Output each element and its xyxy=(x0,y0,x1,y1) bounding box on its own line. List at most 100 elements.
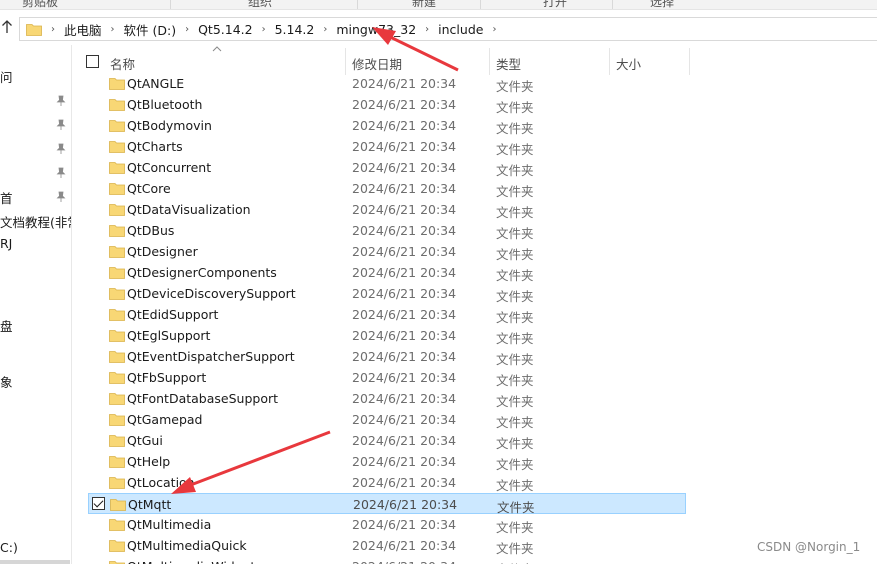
file-modified-date: 2024/6/21 20:34 xyxy=(352,202,457,217)
file-modified-date: 2024/6/21 20:34 xyxy=(352,517,457,532)
file-row[interactable]: QtDesigner 2024/6/21 20:34 文件夹 xyxy=(88,241,686,262)
breadcrumb-qt5142[interactable]: Qt5.14.2 xyxy=(198,22,253,37)
file-row[interactable]: QtEdidSupport 2024/6/21 20:34 文件夹 xyxy=(88,304,686,325)
nav-item[interactable]: 文档教程(非常 xyxy=(0,212,71,231)
file-row[interactable]: QtMultimediaQuick 2024/6/21 20:34 文件夹 xyxy=(88,535,686,556)
file-type: 文件夹 xyxy=(496,436,534,451)
chevron-right-icon[interactable]: › xyxy=(185,24,189,35)
file-row[interactable]: QtLocation 2024/6/21 20:34 文件夹 xyxy=(88,472,686,493)
ribbon-group-select[interactable]: 选择 xyxy=(650,0,674,9)
breadcrumb-include[interactable]: include xyxy=(438,22,483,37)
chevron-right-icon[interactable]: › xyxy=(51,24,55,35)
file-row[interactable]: QtBodymovin 2024/6/21 20:34 文件夹 xyxy=(88,115,686,136)
column-header-type[interactable]: 类型 xyxy=(496,54,521,73)
file-row[interactable]: QtEventDispatcherSupport 2024/6/21 20:34 文… xyxy=(88,346,686,367)
ribbon-group-organize[interactable]: 组织 xyxy=(248,0,272,9)
file-modified-date: 2024/6/21 20:34 xyxy=(352,559,456,564)
row-checkbox-checked[interactable] xyxy=(92,497,105,510)
file-row[interactable]: QtMqtt 2024/6/21 20:34 文件夹 xyxy=(88,493,686,515)
breadcrumb-mingw73-32[interactable]: mingw73_32 xyxy=(336,22,416,37)
chevron-right-icon[interactable]: › xyxy=(492,24,496,35)
nav-item[interactable]: RJ xyxy=(0,236,12,251)
column-divider[interactable] xyxy=(489,48,490,75)
file-name: QtCore xyxy=(127,181,171,196)
nav-item[interactable]: 盘 xyxy=(0,316,13,335)
column-divider[interactable] xyxy=(345,48,346,75)
file-modified-date: 2024/6/21 20:34 xyxy=(352,538,457,553)
folder-icon xyxy=(109,414,125,426)
file-row[interactable]: QtEglSupport 2024/6/21 20:34 文件夹 xyxy=(88,325,686,346)
folder-icon xyxy=(109,99,125,111)
file-modified-date: 2024/6/21 20:34 xyxy=(352,118,457,133)
column-header-date[interactable]: 修改日期 xyxy=(352,54,402,73)
file-row[interactable]: QtFontDatabaseSupport 2024/6/21 20:34 文件夹 xyxy=(88,388,686,409)
file-row[interactable]: QtHelp 2024/6/21 20:34 文件夹 xyxy=(88,451,686,472)
file-type: 文件夹 xyxy=(496,121,534,136)
file-modified-date: 2024/6/21 20:34 xyxy=(352,97,457,112)
chevron-right-icon[interactable]: › xyxy=(111,24,115,35)
nav-item[interactable]: 问 xyxy=(0,67,13,86)
nav-scrollbar[interactable] xyxy=(0,560,70,564)
folder-icon xyxy=(109,540,125,552)
file-row[interactable]: QtDataVisualization 2024/6/21 20:34 文件夹 xyxy=(88,199,686,220)
up-arrow-icon-glyph xyxy=(2,20,12,33)
file-modified-date: 2024/6/21 20:34 xyxy=(352,433,457,448)
folder-icon xyxy=(26,23,42,36)
file-row[interactable]: QtFbSupport 2024/6/21 20:34 文件夹 xyxy=(88,367,686,388)
breadcrumb-5142[interactable]: 5.14.2 xyxy=(275,22,315,37)
select-all-checkbox[interactable] xyxy=(86,55,99,68)
file-type: 文件夹 xyxy=(496,247,534,262)
file-row[interactable]: QtGamepad 2024/6/21 20:34 文件夹 xyxy=(88,409,686,430)
file-row[interactable]: QtANGLE 2024/6/21 20:34 文件夹 xyxy=(88,73,686,94)
file-row[interactable]: QtGui 2024/6/21 20:34 文件夹 xyxy=(88,430,686,451)
file-name: QtGamepad xyxy=(127,412,203,427)
file-row[interactable]: QtDBus 2024/6/21 20:34 文件夹 xyxy=(88,220,686,241)
chevron-right-icon[interactable]: › xyxy=(262,24,266,35)
breadcrumb-this-pc[interactable]: 此电脑 xyxy=(64,20,102,39)
ribbon-divider xyxy=(170,0,171,9)
nav-item[interactable]: 首 xyxy=(0,188,13,207)
file-modified-date: 2024/6/21 20:34 xyxy=(352,370,457,385)
pin-icon xyxy=(56,191,66,202)
file-row[interactable]: QtCore 2024/6/21 20:34 文件夹 xyxy=(88,178,686,199)
file-row[interactable]: QtDeviceDiscoverySupport 2024/6/21 20:34 文… xyxy=(88,283,686,304)
ribbon-group-clipboard[interactable]: 剪贴板 xyxy=(22,0,58,9)
ribbon-group-open[interactable]: 打开 xyxy=(543,0,567,9)
file-name: QtGui xyxy=(127,433,163,448)
folder-icon xyxy=(109,246,125,258)
file-modified-date: 2024/6/21 20:34 xyxy=(352,412,457,427)
nav-item[interactable]: C:) xyxy=(0,540,18,555)
file-name: QtMultimedia xyxy=(127,517,212,532)
file-name: QtDeviceDiscoverySupport xyxy=(127,286,296,301)
file-modified-date: 2024/6/21 20:34 xyxy=(352,160,457,175)
pane-divider[interactable] xyxy=(71,45,72,564)
column-header-size[interactable]: 大小 xyxy=(616,54,641,73)
file-modified-date: 2024/6/21 20:34 xyxy=(352,391,457,406)
chevron-right-icon[interactable]: › xyxy=(425,24,429,35)
navigation-pane: 问 首 文档教程(非常 RJ 盘 象 C:) xyxy=(0,45,71,564)
up-arrow-icon[interactable] xyxy=(0,20,14,38)
column-divider[interactable] xyxy=(609,48,610,75)
pin-icon xyxy=(56,143,66,154)
file-name: QtDBus xyxy=(127,223,175,238)
file-row[interactable]: QtMultimedia 2024/6/21 20:34 文件夹 xyxy=(88,514,686,535)
chevron-right-icon[interactable]: › xyxy=(323,24,327,35)
file-row[interactable]: QtCharts 2024/6/21 20:34 文件夹 xyxy=(88,136,686,157)
folder-icon xyxy=(109,120,125,132)
breadcrumb-drive-d[interactable]: 软件 (D:) xyxy=(124,20,177,39)
nav-item[interactable]: 象 xyxy=(0,372,13,391)
ribbon-group-new[interactable]: 新建 xyxy=(412,0,436,9)
file-modified-date: 2024/6/21 20:34 xyxy=(352,244,457,259)
column-header-name[interactable]: 名称 xyxy=(110,54,135,73)
address-bar[interactable]: › 此电脑 › 软件 (D:) › Qt5.14.2 › 5.14.2 › mi… xyxy=(19,17,877,41)
file-row[interactable]: QtDesignerComponents 2024/6/21 20:34 文件夹 xyxy=(88,262,686,283)
file-row[interactable]: QtMultimediaWidgets 2024/6/21 20:34 文件夹 xyxy=(88,556,686,564)
column-divider[interactable] xyxy=(689,48,690,75)
file-type: 文件夹 xyxy=(496,373,534,388)
file-row[interactable]: QtConcurrent 2024/6/21 20:34 文件夹 xyxy=(88,157,686,178)
file-row[interactable]: QtBluetooth 2024/6/21 20:34 文件夹 xyxy=(88,94,686,115)
file-type: 文件夹 xyxy=(496,226,534,241)
folder-icon xyxy=(110,499,126,511)
file-type: 文件夹 xyxy=(496,352,534,367)
folder-icon xyxy=(109,372,125,384)
